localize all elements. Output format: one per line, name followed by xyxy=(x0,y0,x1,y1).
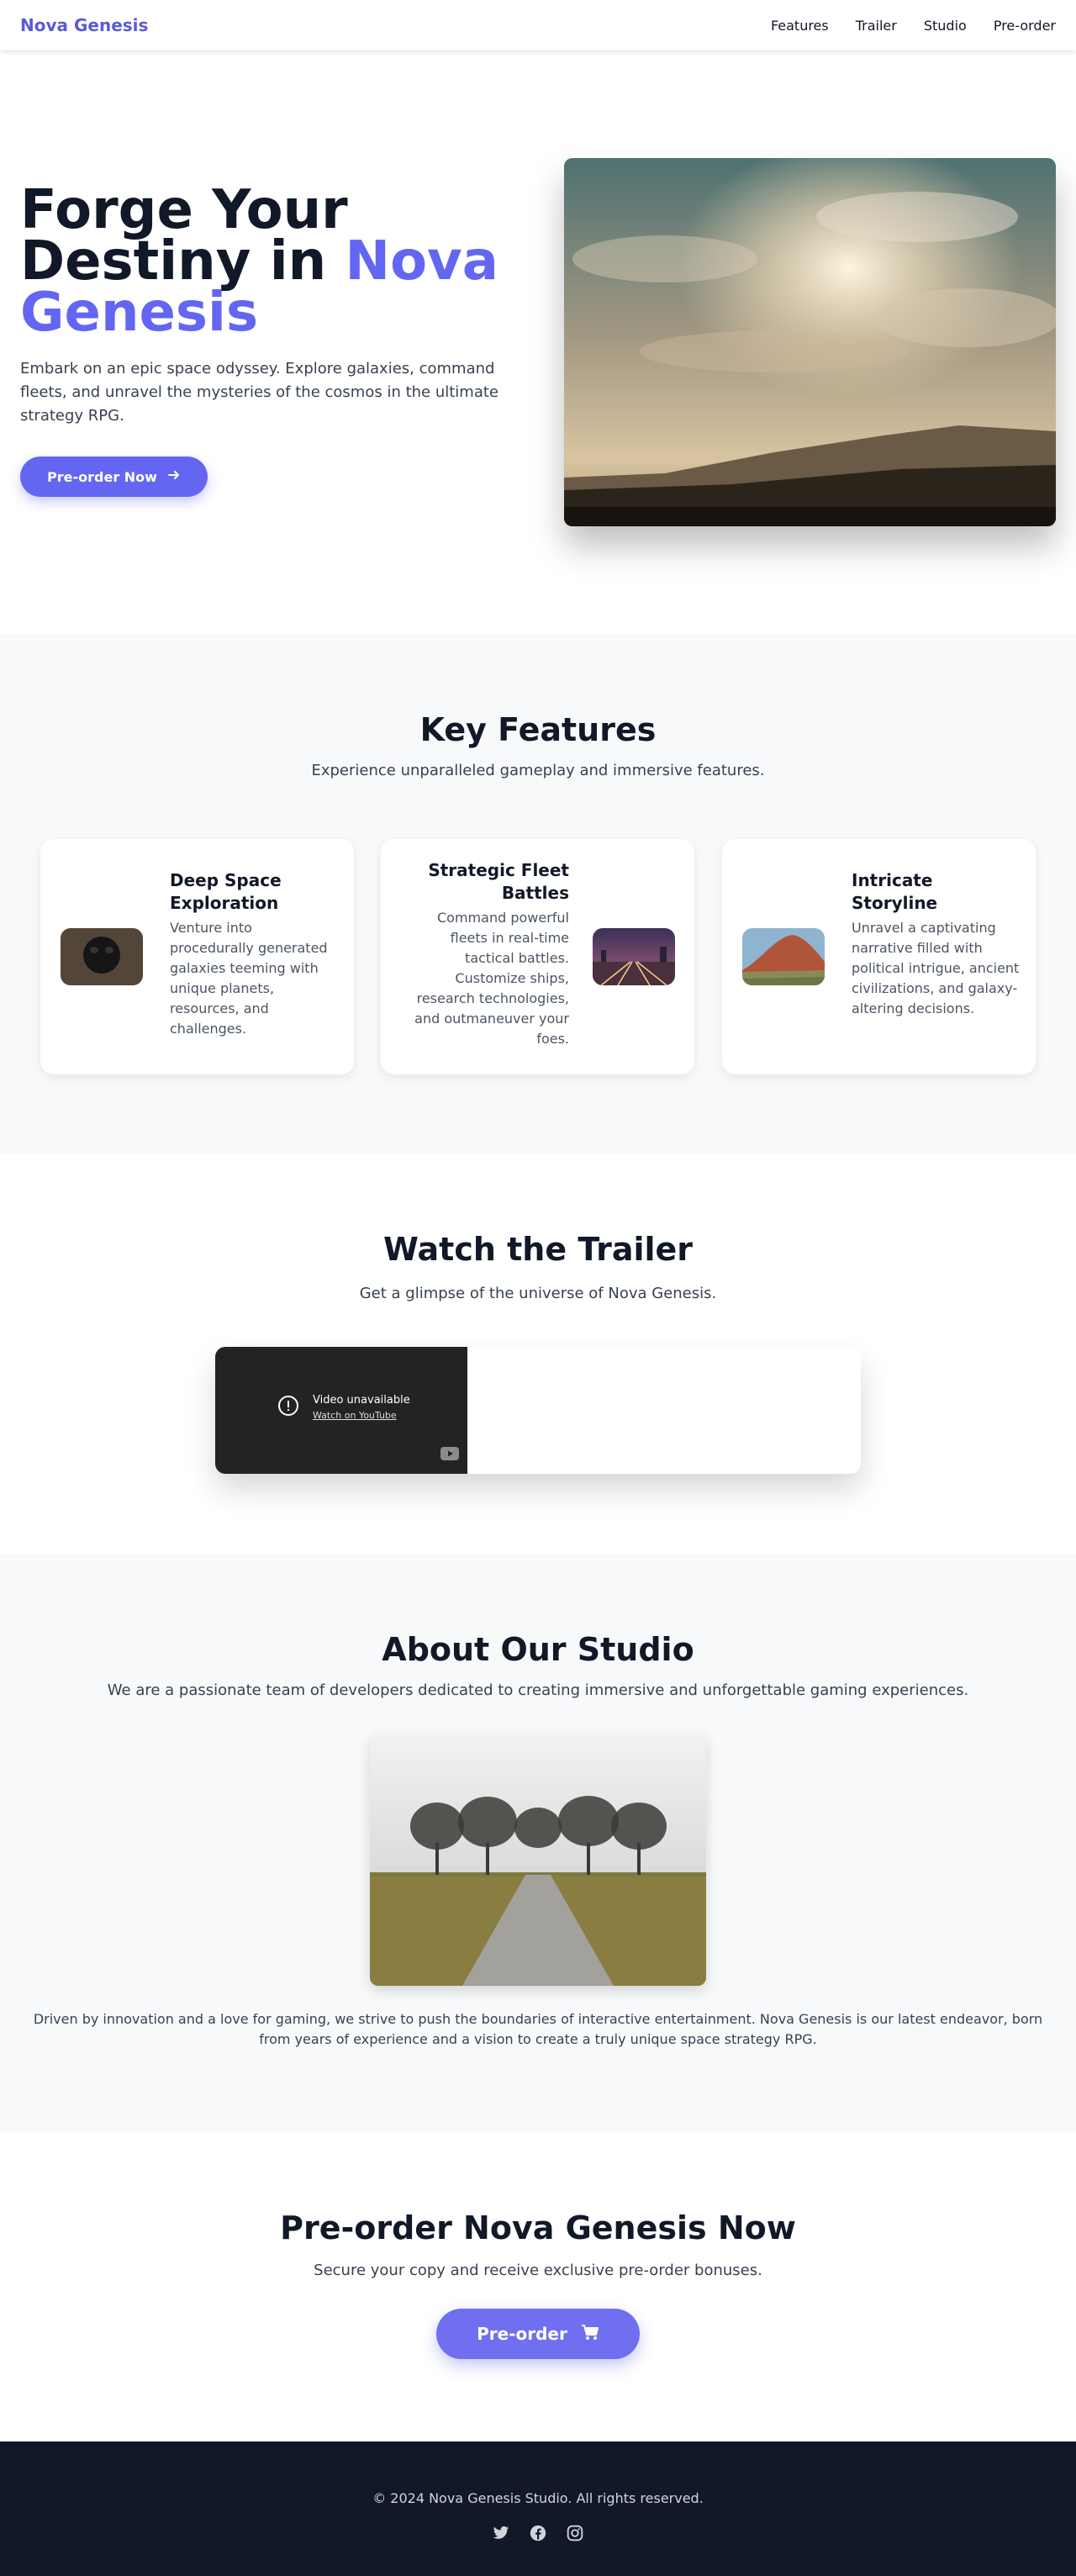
about-title: About Our Studio xyxy=(382,1631,694,1668)
feature-card-exploration: Deep Space Exploration Venture into proc… xyxy=(40,839,354,1074)
feature-body-battles: Strategic Fleet Battles Command powerful… xyxy=(401,859,569,1049)
feature-title: Strategic Fleet Battles xyxy=(428,860,569,903)
social-links xyxy=(0,2524,1076,2542)
trailer-video-container: Video unavailable Watch on YouTube xyxy=(215,1347,861,1474)
feature-description: Unravel a captivating narrative filled w… xyxy=(852,920,1020,1016)
preorder-title: Pre-order Nova Genesis Now xyxy=(280,2209,796,2246)
about-section: About Our Studio We are a passionate tea… xyxy=(0,1554,1076,2132)
nav-link-studio[interactable]: Studio xyxy=(924,18,967,34)
feature-body-storyline: Intricate Storyline Unravel a captivatin… xyxy=(852,869,1020,1019)
hero-section: Forge Your Destiny in Nova Genesis Embar… xyxy=(0,50,1076,634)
feature-title: Deep Space Exploration xyxy=(170,870,282,913)
feature-title: Intricate Storyline xyxy=(852,870,938,913)
features-title: Key Features xyxy=(419,711,657,748)
watch-on-youtube-link[interactable]: Watch on YouTube xyxy=(313,1410,410,1421)
about-description: Driven by innovation and a love for gami… xyxy=(33,2011,1043,2047)
youtube-logo-icon[interactable] xyxy=(440,1447,459,1464)
facebook-icon[interactable] xyxy=(529,2524,547,2542)
feature-image-exploration xyxy=(61,928,143,985)
features-section: Key Features Experience unparalleled gam… xyxy=(0,634,1076,1153)
trailer-section: Watch the Trailer Get a glimpse of the u… xyxy=(0,1153,1076,1554)
cart-icon xyxy=(581,2324,599,2345)
video-unavailable-message: Video unavailable Watch on YouTube xyxy=(277,1394,410,1421)
footer: © 2024 Nova Genesis Studio. All rights r… xyxy=(0,2441,1076,2576)
about-subtitle: We are a passionate team of developers d… xyxy=(107,1681,969,1699)
preorder-now-button[interactable]: Pre-order Now xyxy=(20,457,208,497)
hero-description: Embark on an epic space odyssey. Explore… xyxy=(20,360,499,425)
hero-landscape-image xyxy=(564,158,1056,526)
instagram-icon[interactable] xyxy=(566,2524,584,2542)
preorder-section: Pre-order Nova Genesis Now Secure your c… xyxy=(0,2132,1076,2441)
preorder-button-label: Pre-order xyxy=(477,2324,567,2344)
brand-logo[interactable]: Nova Genesis xyxy=(20,15,148,35)
nav-link-trailer[interactable]: Trailer xyxy=(856,18,897,34)
trailer-title: Watch the Trailer xyxy=(382,1231,694,1268)
preorder-button[interactable]: Pre-order xyxy=(436,2309,640,2359)
feature-card-battles: Strategic Fleet Battles Command powerful… xyxy=(381,839,694,1074)
hero-title: Forge Your Destiny in Nova Genesis xyxy=(20,183,541,340)
feature-card-storyline: Intricate Storyline Unravel a captivatin… xyxy=(722,839,1036,1074)
preorder-now-label: Pre-order Now xyxy=(47,468,157,485)
nav-links: Features Trailer Studio Pre-order xyxy=(771,18,1056,34)
hero-title-text: Forge Your Destiny in xyxy=(20,179,348,293)
copyright-text: © 2024 Nova Genesis Studio. All rights r… xyxy=(372,2490,704,2506)
nav-link-features[interactable]: Features xyxy=(771,18,829,34)
alert-circle-icon xyxy=(277,1395,299,1420)
feature-image-storyline xyxy=(742,928,825,985)
feature-body-exploration: Deep Space Exploration Venture into proc… xyxy=(170,869,338,1039)
features-subtitle: Experience unparalleled gameplay and imm… xyxy=(311,762,765,779)
studio-image xyxy=(370,1734,706,1986)
trailer-subtitle: Get a glimpse of the universe of Nova Ge… xyxy=(359,1285,717,1302)
youtube-embed[interactable]: Video unavailable Watch on YouTube xyxy=(215,1347,467,1474)
arrow-right-icon xyxy=(167,468,181,485)
nav-link-preorder[interactable]: Pre-order xyxy=(994,18,1056,34)
feature-description: Venture into procedurally generated gala… xyxy=(170,920,328,1037)
top-navbar: Nova Genesis Features Trailer Studio Pre… xyxy=(0,0,1076,50)
video-unavailable-text: Video unavailable xyxy=(313,1394,410,1407)
feature-image-battles xyxy=(593,928,675,985)
feature-description: Command powerful fleets in real-time tac… xyxy=(414,910,569,1047)
preorder-subtitle: Secure your copy and receive exclusive p… xyxy=(314,2262,762,2279)
twitter-icon[interactable] xyxy=(492,2524,510,2542)
